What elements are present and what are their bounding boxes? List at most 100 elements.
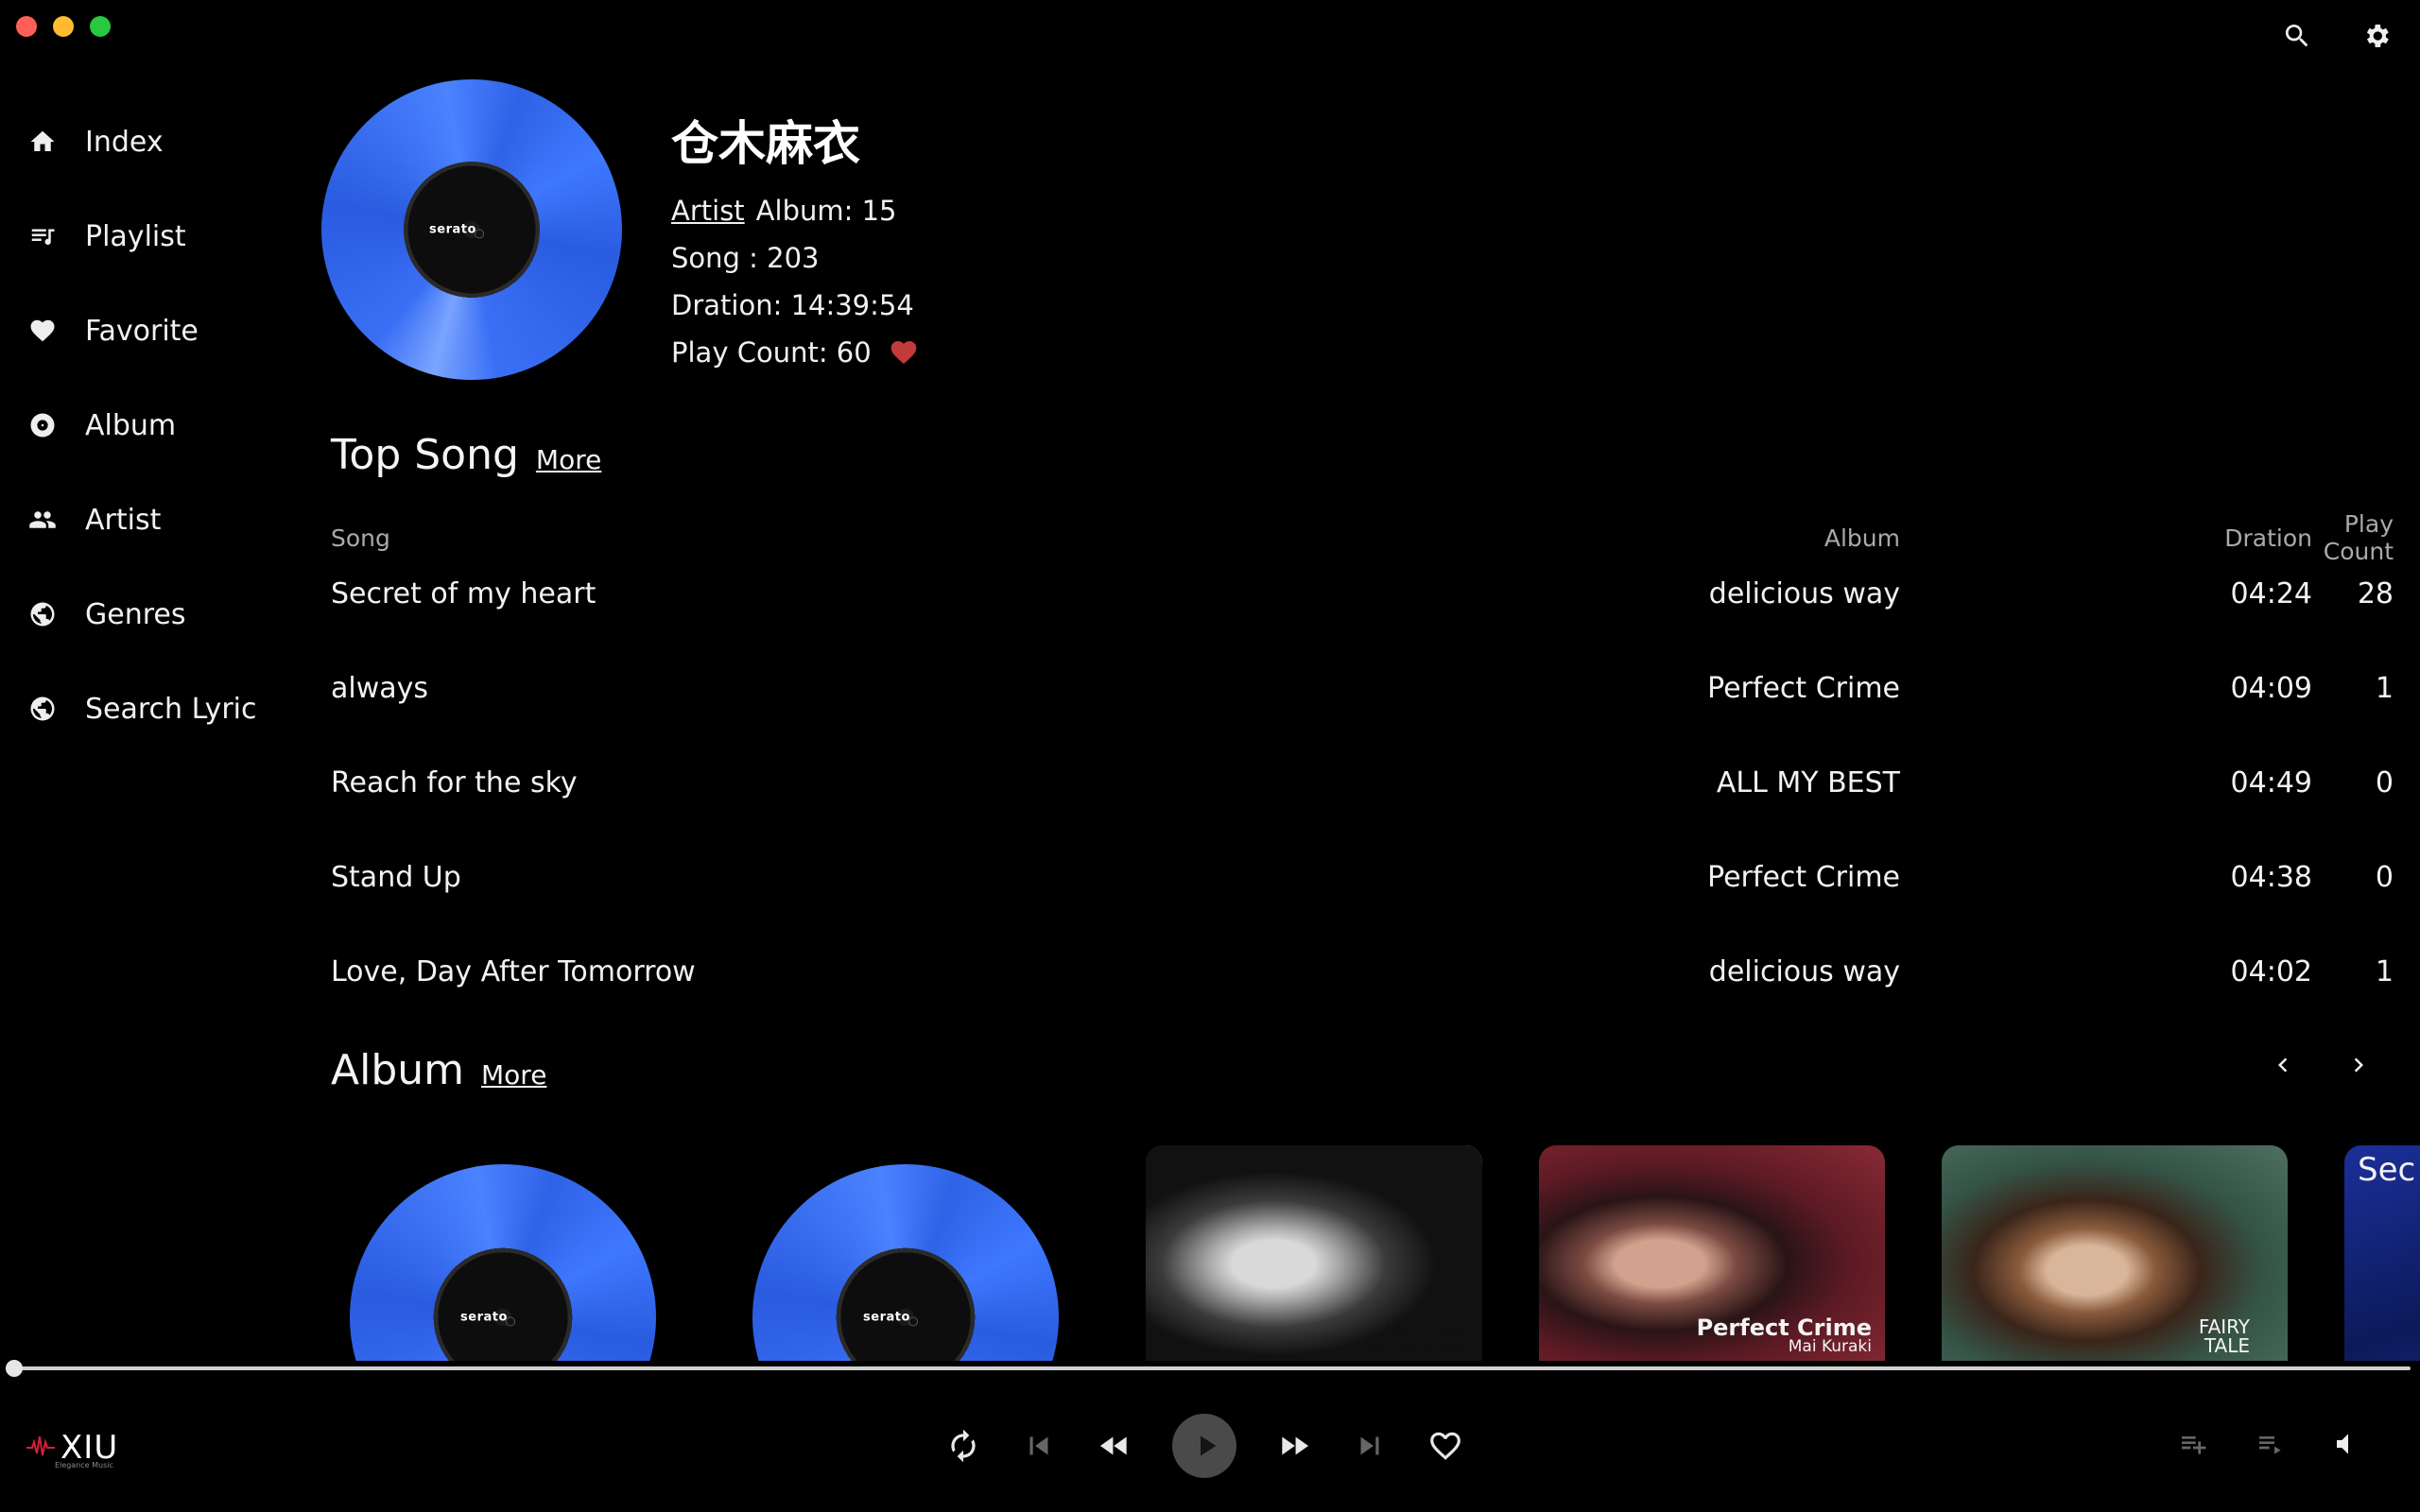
sidebar-item-label: Album <box>85 408 177 442</box>
top-song-more-link[interactable]: More <box>536 444 601 475</box>
disc-icon <box>30 413 55 438</box>
artist-cover: serato <box>321 79 622 380</box>
top-song-header: Top Song More <box>331 431 601 479</box>
close-window-button[interactable] <box>16 16 37 37</box>
sidebar-item-index[interactable]: Index <box>0 94 302 189</box>
album-cover-caption: Perfect Crime Mai Kuraki <box>1697 1316 1872 1355</box>
chevron-right-icon[interactable] <box>2344 1051 2373 1079</box>
globe-icon <box>30 696 55 721</box>
album-count: Album: 15 <box>755 195 897 227</box>
play-button[interactable] <box>1172 1414 1236 1478</box>
song-title[interactable]: Reach for the sky <box>331 766 1569 799</box>
sidebar-item-artist[interactable]: Artist <box>0 472 302 567</box>
album-header: Album More <box>331 1046 546 1094</box>
play-icon <box>1201 1435 1217 1456</box>
song-title[interactable]: Stand Up <box>331 861 1569 894</box>
song-album[interactable]: Perfect Crime <box>1569 672 1900 705</box>
home-icon <box>30 130 55 151</box>
sidebar-item-label: Favorite <box>85 314 199 348</box>
song-album[interactable]: ALL MY BEST <box>1569 766 1900 799</box>
table-row[interactable]: always Perfect Crime 04:09 1 <box>331 641 2394 735</box>
album-more-link[interactable]: More <box>481 1059 546 1091</box>
search-icon[interactable] <box>2282 21 2312 55</box>
column-header-album[interactable]: Album <box>1569 524 1900 552</box>
table-row[interactable]: Reach for the sky ALL MY BEST 04:49 0 <box>331 735 2394 830</box>
table-row[interactable]: Secret of my heart delicious way 04:24 2… <box>331 546 2394 641</box>
sidebar-item-playlist[interactable]: Playlist <box>0 189 302 284</box>
cover-caption-line: FAIRY <box>2198 1315 2250 1338</box>
waveform-icon <box>26 1435 55 1456</box>
sidebar-item-favorite[interactable]: Favorite <box>0 284 302 378</box>
artist-name: 仓木麻衣 <box>671 116 860 171</box>
minimize-window-button[interactable] <box>53 16 74 37</box>
album-cover-caption: Sec <box>2358 1151 2416 1189</box>
section-title: Top Song <box>331 431 519 479</box>
app-logo-subtitle: Elegance Music <box>55 1461 113 1469</box>
carousel-arrows <box>2269 1051 2373 1079</box>
favorite-outline-icon[interactable] <box>1427 1428 1463 1464</box>
song-count: Song : 203 <box>671 242 820 274</box>
table-header: Song Album Dration Play Count <box>331 510 2394 565</box>
playback-progress-bar[interactable] <box>6 1360 2411 1377</box>
sidebar-item-search-lyric[interactable]: Search Lyric <box>0 662 302 756</box>
song-album[interactable]: delicious way <box>1569 955 1900 988</box>
heart-icon <box>30 319 55 342</box>
sidebar-item-label: Playlist <box>85 219 186 253</box>
artist-info: 仓木麻衣 Artist Album: 15 Song : 203 Dration… <box>671 106 919 376</box>
song-play-count: 0 <box>2375 860 2394 894</box>
sidebar-item-genres[interactable]: Genres <box>0 567 302 662</box>
volume-icon[interactable] <box>2333 1429 2363 1459</box>
album-cover: serato <box>350 1164 656 1361</box>
skip-to-end-icon[interactable] <box>1352 1428 1388 1464</box>
song-duration: 04:38 <box>2230 860 2312 894</box>
gear-icon[interactable] <box>2361 21 2392 55</box>
playback-controls <box>945 1414 1463 1478</box>
cover-caption-line: Perfect Crime <box>1696 1314 1872 1341</box>
song-album[interactable]: delicious way <box>1569 577 1900 610</box>
sidebar: Index Playlist Favorite Album Artist Gen… <box>0 94 302 756</box>
song-title[interactable]: always <box>331 672 1569 705</box>
rewind-icon[interactable] <box>1097 1428 1132 1464</box>
sidebar-item-label: Search Lyric <box>85 692 257 726</box>
song-title[interactable]: Love, Day After Tomorrow <box>331 955 1569 988</box>
maximize-window-button[interactable] <box>90 16 111 37</box>
song-duration: 04:24 <box>2230 576 2312 610</box>
column-header-song[interactable]: Song <box>331 524 1569 552</box>
album-carousel: serato serato Mai Kuraki delicious way P… <box>331 1145 2420 1361</box>
album-card[interactable]: Mai Kuraki delicious way <box>1146 1145 1482 1361</box>
sidebar-item-label: Index <box>85 125 164 159</box>
cover-label: serato <box>429 222 484 239</box>
repeat-icon[interactable] <box>945 1428 981 1464</box>
song-play-count: 28 <box>2357 576 2394 610</box>
artist-link[interactable]: Artist <box>671 195 745 227</box>
sidebar-item-album[interactable]: Album <box>0 378 302 472</box>
song-title[interactable]: Secret of my heart <box>331 577 1569 610</box>
progress-handle[interactable] <box>6 1360 23 1377</box>
fast-forward-icon[interactable] <box>1276 1428 1312 1464</box>
queue-music-icon[interactable] <box>2256 1429 2286 1459</box>
window-controls <box>16 16 111 37</box>
cover-caption-line: TALE <box>2204 1334 2250 1357</box>
add-to-queue-icon[interactable] <box>2178 1429 2208 1459</box>
album-card[interactable]: serato <box>734 1145 1080 1361</box>
queue-controls <box>2178 1429 2363 1459</box>
playlist-icon <box>31 229 55 246</box>
total-duration: Dration: 14:39:54 <box>671 289 914 321</box>
song-play-count: 0 <box>2375 765 2394 799</box>
skip-to-start-icon[interactable] <box>1021 1428 1057 1464</box>
chevron-left-icon[interactable] <box>2269 1051 2297 1079</box>
table-row[interactable]: Love, Day After Tomorrow delicious way 0… <box>331 924 2394 1019</box>
section-title: Album <box>331 1046 465 1094</box>
album-card[interactable]: serato <box>331 1145 677 1361</box>
album-card[interactable]: Perfect Crime Mai Kuraki <box>1539 1145 1885 1361</box>
cover-caption-line: delicious way <box>1360 1337 1469 1356</box>
app-logo: XIU Elegance Music <box>26 1429 118 1469</box>
album-card[interactable]: FAIRY TALE <box>1942 1145 2288 1361</box>
cover-label: serato <box>460 1310 515 1327</box>
album-card[interactable]: Sec <box>2344 1145 2420 1361</box>
table-row[interactable]: Stand Up Perfect Crime 04:38 0 <box>331 830 2394 924</box>
column-header-duration[interactable]: Dration <box>1900 524 2312 552</box>
column-header-play-count[interactable]: Play Count <box>2312 510 2394 565</box>
heart-icon[interactable] <box>889 337 919 368</box>
song-album[interactable]: Perfect Crime <box>1569 861 1900 894</box>
